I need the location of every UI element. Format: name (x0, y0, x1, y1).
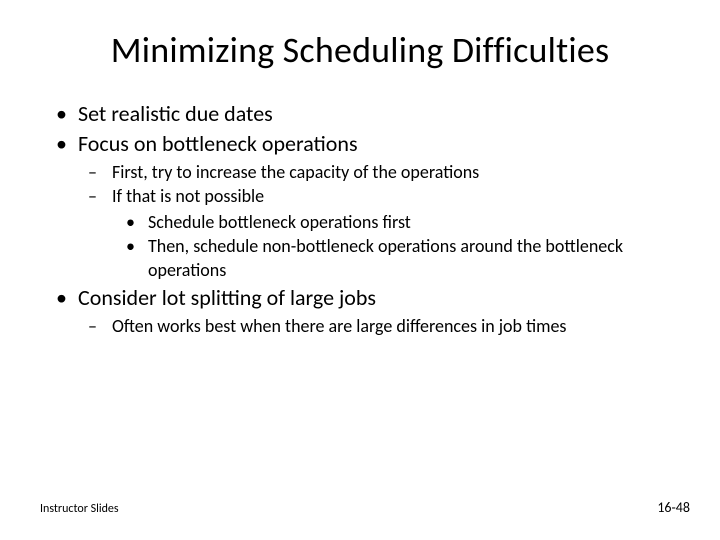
bullet-item: Then, schedule non-bottleneck operations… (126, 235, 680, 282)
bullet-item: Focus on bottleneck operations First, tr… (56, 130, 680, 282)
slide-title: Minimizing Scheduling Difficulties (40, 28, 680, 72)
bullet-text: If that is not possible (112, 185, 264, 207)
bullet-item: Consider lot splitting of large jobs Oft… (56, 284, 680, 339)
footer-left: Instructor Slides (40, 502, 119, 516)
bullet-list-level3: Schedule bottleneck operations first The… (112, 211, 680, 282)
slide: Minimizing Scheduling Difficulties Set r… (0, 0, 720, 540)
bullet-list-level1: Set realistic due dates Focus on bottlen… (56, 100, 680, 339)
bullet-item: Often works best when there are large di… (88, 315, 680, 338)
bullet-text: Focus on bottleneck operations (78, 130, 358, 157)
bullet-item: If that is not possible Schedule bottlen… (88, 185, 680, 282)
bullet-item: Schedule bottleneck operations first (126, 211, 680, 234)
bullet-list-level2: First, try to increase the capacity of t… (78, 161, 680, 282)
bullet-item: Set realistic due dates (56, 100, 680, 128)
bullet-list-level2: Often works best when there are large di… (78, 315, 680, 338)
footer-page-number: 16-48 (657, 499, 690, 516)
bullet-item: First, try to increase the capacity of t… (88, 161, 680, 184)
slide-content: Set realistic due dates Focus on bottlen… (40, 100, 680, 339)
bullet-text: Consider lot splitting of large jobs (78, 284, 376, 311)
